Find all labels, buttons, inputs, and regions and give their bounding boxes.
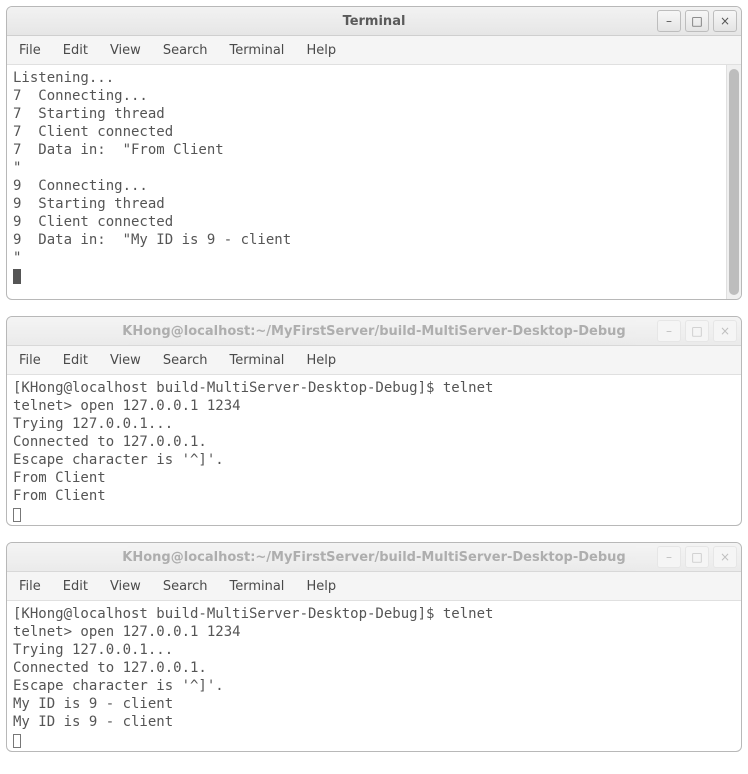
terminal-line: Connected to 127.0.0.1. xyxy=(13,660,207,676)
terminal-line: Trying 127.0.0.1... xyxy=(13,642,173,658)
close-button[interactable]: × xyxy=(713,320,737,342)
terminal-line: My ID is 9 - client xyxy=(13,714,173,730)
terminal-line: " xyxy=(13,250,21,266)
menu-item-terminal[interactable]: Terminal xyxy=(225,577,288,596)
terminal-output[interactable]: Listening... 7 Connecting... 7 Starting … xyxy=(7,65,726,299)
terminal-window: Terminal–□×FileEditViewSearchTerminalHel… xyxy=(6,6,742,300)
minimize-icon: – xyxy=(666,324,672,338)
menu-item-file[interactable]: File xyxy=(15,351,45,370)
terminal-body[interactable]: [KHong@localhost build-MultiServer-Deskt… xyxy=(7,601,741,751)
menu-item-help[interactable]: Help xyxy=(302,351,340,370)
terminal-line: telnet> open 127.0.0.1 1234 xyxy=(13,624,241,640)
menu-item-terminal[interactable]: Terminal xyxy=(225,351,288,370)
menu-item-view[interactable]: View xyxy=(106,351,145,370)
terminal-line: telnet> open 127.0.0.1 1234 xyxy=(13,398,241,414)
close-icon: × xyxy=(720,550,730,564)
maximize-icon: □ xyxy=(691,550,702,564)
terminal-line: " xyxy=(13,160,21,176)
menu-item-terminal[interactable]: Terminal xyxy=(225,41,288,60)
menu-item-edit[interactable]: Edit xyxy=(59,577,92,596)
menubar: File Edit View Search Terminal Help xyxy=(7,346,741,375)
menu-item-search[interactable]: Search xyxy=(159,41,212,60)
menu-item-view[interactable]: View xyxy=(106,577,145,596)
maximize-button[interactable]: □ xyxy=(685,10,709,32)
close-button[interactable]: × xyxy=(713,10,737,32)
scrollbar[interactable] xyxy=(726,65,741,299)
window-title: KHong@localhost:~/MyFirstServer/build-Mu… xyxy=(7,550,741,565)
terminal-output[interactable]: [KHong@localhost build-MultiServer-Deskt… xyxy=(7,601,741,751)
terminal-output[interactable]: [KHong@localhost build-MultiServer-Deskt… xyxy=(7,375,741,525)
menu-item-search[interactable]: Search xyxy=(159,577,212,596)
minimize-button[interactable]: – xyxy=(657,10,681,32)
scrollbar-thumb[interactable] xyxy=(729,69,739,295)
window-title: KHong@localhost:~/MyFirstServer/build-Mu… xyxy=(7,324,741,339)
terminal-line: [KHong@localhost build-MultiServer-Deskt… xyxy=(13,606,493,622)
terminal-line: Trying 127.0.0.1... xyxy=(13,416,173,432)
terminal-body[interactable]: Listening... 7 Connecting... 7 Starting … xyxy=(7,65,741,299)
terminal-line: Connected to 127.0.0.1. xyxy=(13,434,207,450)
menu-item-help[interactable]: Help xyxy=(302,41,340,60)
menu-item-file[interactable]: File xyxy=(15,41,45,60)
close-button[interactable]: × xyxy=(713,546,737,568)
window-controls: – □ × xyxy=(657,10,737,32)
maximize-icon: □ xyxy=(691,14,702,28)
minimize-button[interactable]: – xyxy=(657,546,681,568)
terminal-window: KHong@localhost:~/MyFirstServer/build-Mu… xyxy=(6,316,742,526)
terminal-line: [KHong@localhost build-MultiServer-Deskt… xyxy=(13,380,493,396)
titlebar[interactable]: Terminal– □ × xyxy=(7,7,741,36)
window-controls: – □ × xyxy=(657,320,737,342)
terminal-line: 7 Data in: "From Client xyxy=(13,142,224,158)
terminal-line: Listening... xyxy=(13,70,114,86)
close-icon: × xyxy=(720,324,730,338)
titlebar[interactable]: KHong@localhost:~/MyFirstServer/build-Mu… xyxy=(7,543,741,572)
menubar: File Edit View Search Terminal Help xyxy=(7,36,741,65)
terminal-line: 9 Connecting... xyxy=(13,178,148,194)
minimize-icon: – xyxy=(666,550,672,564)
menu-item-help[interactable]: Help xyxy=(302,577,340,596)
close-icon: × xyxy=(720,14,730,28)
menubar: File Edit View Search Terminal Help xyxy=(7,572,741,601)
window-controls: – □ × xyxy=(657,546,737,568)
terminal-window: KHong@localhost:~/MyFirstServer/build-Mu… xyxy=(6,542,742,752)
maximize-button[interactable]: □ xyxy=(685,546,709,568)
menu-item-view[interactable]: View xyxy=(106,41,145,60)
terminal-line: 9 Data in: "My ID is 9 - client xyxy=(13,232,291,248)
window-title: Terminal xyxy=(7,14,741,29)
maximize-icon: □ xyxy=(691,324,702,338)
maximize-button[interactable]: □ xyxy=(685,320,709,342)
terminal-line: 9 Starting thread xyxy=(13,196,165,212)
terminal-line: From Client xyxy=(13,470,106,486)
terminal-line: 7 Starting thread xyxy=(13,106,165,122)
titlebar[interactable]: KHong@localhost:~/MyFirstServer/build-Mu… xyxy=(7,317,741,346)
menu-item-search[interactable]: Search xyxy=(159,351,212,370)
terminal-cursor xyxy=(13,734,21,748)
terminal-body[interactable]: [KHong@localhost build-MultiServer-Deskt… xyxy=(7,375,741,525)
minimize-button[interactable]: – xyxy=(657,320,681,342)
minimize-icon: – xyxy=(666,14,672,28)
terminal-line: 7 Client connected xyxy=(13,124,173,140)
terminal-line: 7 Connecting... xyxy=(13,88,148,104)
terminal-line: 9 Client connected xyxy=(13,214,173,230)
terminal-line: Escape character is '^]'. xyxy=(13,678,224,694)
menu-item-edit[interactable]: Edit xyxy=(59,351,92,370)
terminal-line: From Client xyxy=(13,488,106,504)
terminal-line: Escape character is '^]'. xyxy=(13,452,224,468)
terminal-cursor xyxy=(13,269,21,284)
terminal-line: My ID is 9 - client xyxy=(13,696,173,712)
menu-item-edit[interactable]: Edit xyxy=(59,41,92,60)
menu-item-file[interactable]: File xyxy=(15,577,45,596)
terminal-cursor xyxy=(13,508,21,522)
